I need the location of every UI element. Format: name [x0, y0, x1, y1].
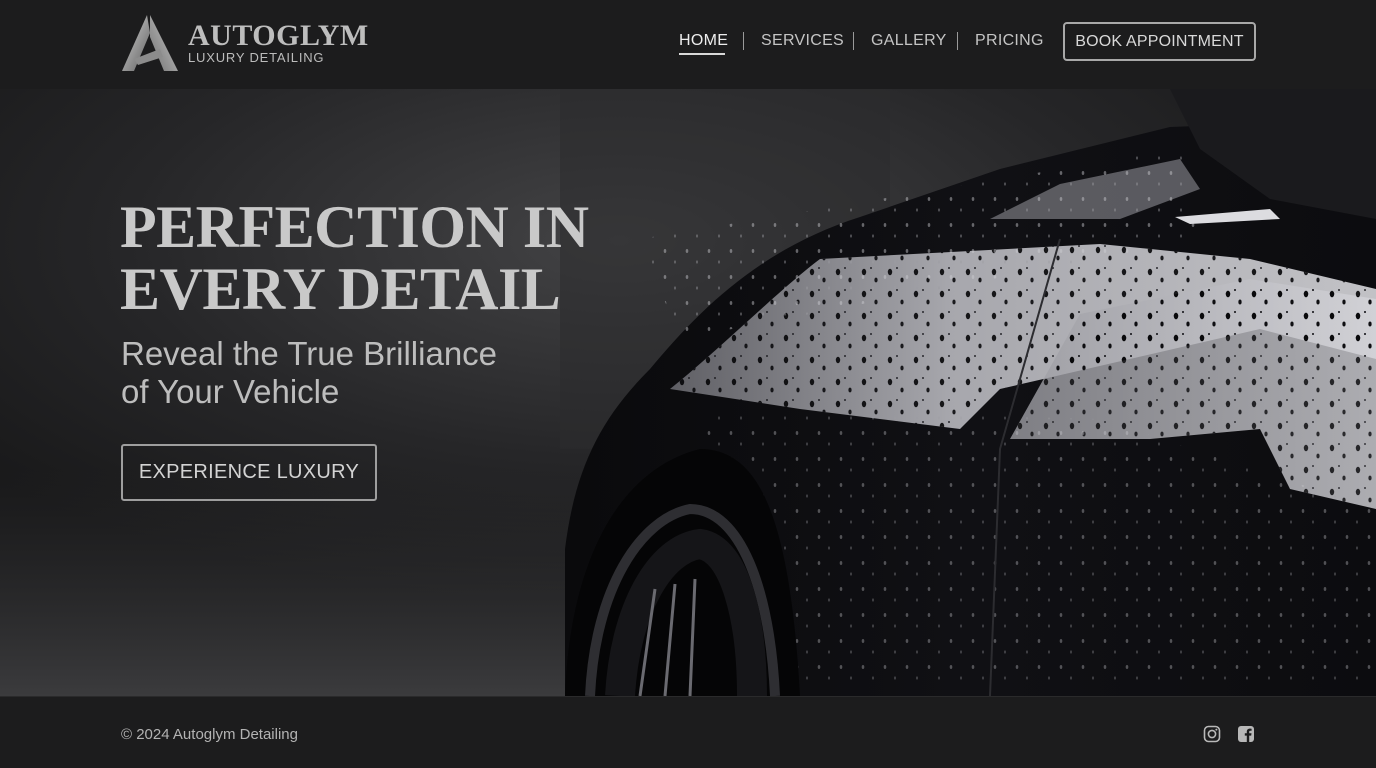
experience-luxury-button[interactable]: EXPERIENCE LUXURY [121, 444, 377, 501]
hero-title: PERFECTION IN EVERY DETAIL [120, 194, 589, 322]
nav-divider [957, 32, 958, 50]
brand-tagline: LUXURY DETAILING [188, 50, 325, 65]
nav-active-underline [679, 53, 725, 55]
nav-home[interactable]: HOME [679, 31, 728, 51]
nav-divider [853, 32, 854, 50]
copyright-text: © 2024 Autoglym Detailing [121, 726, 298, 743]
hero-subtitle: Reveal the True Brilliance of Your Vehic… [121, 335, 498, 410]
site-footer: © 2024 Autoglym Detailing [0, 696, 1376, 768]
site-header: AUTOGLYM LUXURY DETAILING HOME SERVICES … [0, 0, 1376, 89]
nav-pricing[interactable]: PRICING [975, 31, 1044, 51]
instagram-icon[interactable] [1203, 725, 1221, 743]
brand-name: AUTOGLYM [188, 19, 369, 52]
brand-logo[interactable]: AUTOGLYM LUXURY DETAILING [120, 13, 368, 73]
facebook-icon[interactable] [1237, 725, 1255, 743]
nav-divider [743, 32, 744, 50]
page: AUTOGLYM LUXURY DETAILING HOME SERVICES … [0, 0, 1376, 768]
nav-services[interactable]: SERVICES [761, 31, 844, 51]
book-appointment-button[interactable]: BOOK APPOINTMENT [1063, 22, 1256, 61]
nav-gallery[interactable]: GALLERY [871, 31, 947, 51]
logo-a-icon [122, 15, 178, 71]
hero-section: PERFECTION IN EVERY DETAIL Reveal the Tr… [0, 89, 1376, 696]
